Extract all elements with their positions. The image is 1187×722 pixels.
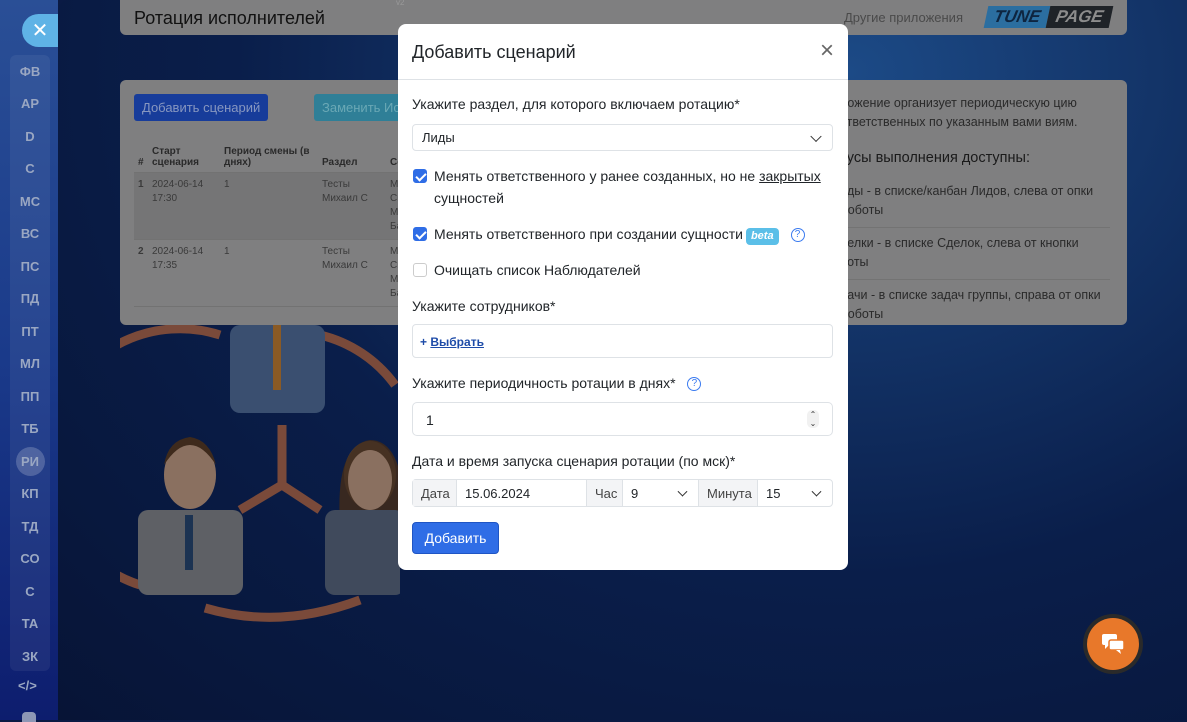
section-label: Укажите раздел, для которого включаем ро… [412,96,740,112]
chevron-down-icon [811,486,822,497]
info-item: дачи - в списке задач группы, справа от … [840,288,1101,321]
sidebar-item[interactable]: ПС [10,250,50,283]
close-icon[interactable]: × [820,39,834,63]
other-apps-link[interactable]: Другие приложения [844,10,963,25]
date-addon: Дата [413,480,457,506]
change-existing-label: Менять ответственного у ранее созданных,… [434,168,821,206]
change-existing-checkbox[interactable] [413,169,427,183]
sidebar-item[interactable]: ПД [10,283,50,316]
clear-watchers-checkbox[interactable] [413,263,427,277]
info-item: делки - в списке Сделок, слева от кнопки… [840,228,1110,280]
info-item: иды - в списке/канбан Лидов, слева от оп… [840,176,1110,228]
sidebar-item[interactable]: КП [10,478,50,511]
rotation-illustration [120,325,400,622]
select-employees-link[interactable]: Выбрать [430,335,484,349]
period-label: Укажите периодичность ротации в днях* ? [412,375,702,392]
clear-watchers-label: Очищать список Наблюдателей [434,262,641,278]
sidebar-item[interactable]: АР [10,88,50,121]
help-icon[interactable]: ? [790,228,805,243]
sidebar: ✕ ФВ АР D С МС ВС ПС ПД ПТ МЛ ПП ТБ РИ КП ТД СО С ТА ЗК </… [0,0,62,722]
modal-title: Добавить сценарий [412,42,576,62]
datetime-group: Дата 15.06.2024 Час 9 Минута 15 [412,479,833,507]
close-sidebar-button[interactable]: ✕ [22,14,62,47]
minute-addon: Минута [699,480,758,506]
sidebar-item[interactable]: ПП [10,380,50,413]
help-icon[interactable]: ? [687,377,702,392]
minute-select[interactable]: 15 [758,480,832,506]
sidebar-item[interactable]: РИ [10,445,50,478]
table-row[interactable]: 1 2024-06-14 17:30 1 Тесты Михаил СМ Ск М Б… [134,172,408,240]
sidebar-item[interactable]: ТА [10,608,50,641]
closed-link[interactable]: закрытых [759,168,821,184]
sidebar-item[interactable]: ТБ [10,413,50,446]
sidebar-item[interactable]: МС [10,185,50,218]
change-on-create-checkbox[interactable] [413,227,427,241]
sidebar-item[interactable]: D [10,120,50,153]
chevron-down-icon [677,486,688,497]
chat-icon [1102,634,1125,654]
code-icon[interactable]: </> [18,678,37,693]
add-scenario-modal: Добавить сценарий × Укажите раздел, для … [398,24,848,570]
scenarios-table: # Старт сценария Период смены (в днях) Разд… [134,144,408,307]
sidebar-item[interactable]: ЗК [10,640,50,673]
change-on-create-label: Менять ответственного при создании сущно… [434,223,805,245]
sidebar-item[interactable]: ТД [10,510,50,543]
section-select[interactable]: Лиды [412,124,833,151]
sidebar-item[interactable]: ВС [10,218,50,251]
version-badge: v2 [396,0,405,7]
employees-label: Укажите сотрудников* [412,298,556,314]
beta-badge: beta [745,228,779,245]
android-icon[interactable] [22,712,36,722]
submit-add-button[interactable]: Добавить [412,522,499,554]
chevron-down-icon [810,130,822,142]
app-nav: ФВ АР D С МС ВС ПС ПД ПТ МЛ ПП ТБ РИ КП ТД СО С ТА ЗК [10,55,50,671]
sidebar-item[interactable]: С [10,153,50,186]
hour-addon: Час [587,480,623,506]
datetime-label: Дата и время запуска сценария ротации (п… [412,453,736,469]
hour-select[interactable]: 9 [623,480,699,506]
sidebar-item[interactable]: МЛ [10,348,50,381]
employees-field[interactable]: + Выбрать [412,324,833,358]
tunepage-logo[interactable]: TUNE PAGE [983,6,1114,28]
add-scenario-button[interactable]: Добавить сценарий [134,94,269,121]
period-input[interactable]: 1 ⌃ ⌄ [412,402,833,436]
divider [398,79,848,80]
sidebar-item[interactable]: ПТ [10,315,50,348]
sidebar-item[interactable]: ФВ [10,55,50,88]
page-title: Ротация исполнителей [134,8,325,28]
replace-assignee-button[interactable]: Заменить Исполнителя [314,94,404,121]
table-row[interactable]: 2 2024-06-14 17:35 1 Тесты Михаил СМ Ск М Б… [134,239,408,307]
date-input[interactable]: 15.06.2024 [457,480,587,506]
sidebar-item[interactable]: СО [10,543,50,576]
chat-button[interactable] [1083,614,1143,674]
number-stepper[interactable]: ⌃ ⌄ [807,410,819,428]
info-panel: ложение организует периодическую цию отв… [840,94,1110,325]
sidebar-item[interactable]: С [10,575,50,608]
